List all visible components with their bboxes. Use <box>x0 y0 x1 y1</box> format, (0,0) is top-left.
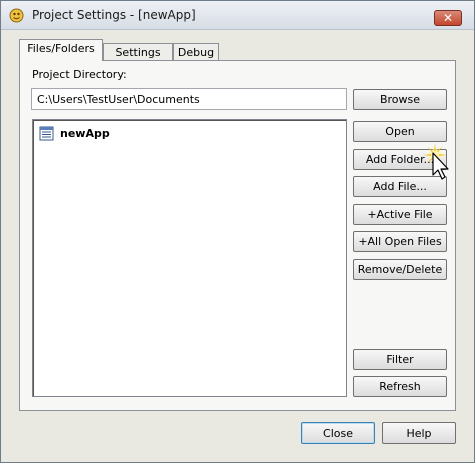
tab-settings[interactable]: Settings <box>103 43 173 61</box>
add-all-open-files-button[interactable]: +All Open Files <box>353 231 447 252</box>
tab-label: Debug <box>177 46 215 59</box>
app-icon <box>9 8 24 23</box>
title-bar[interactable]: Project Settings - [newApp] ✕ <box>1 1 474 30</box>
tab-files-folders[interactable]: Files/Folders <box>19 39 103 61</box>
tab-debug[interactable]: Debug <box>173 43 219 61</box>
project-directory-field[interactable]: C:\Users\TestUser\Documents <box>31 88 347 110</box>
remove-delete-button[interactable]: Remove/Delete <box>353 259 447 280</box>
refresh-button[interactable]: Refresh <box>353 376 447 397</box>
filter-button[interactable]: Filter <box>353 349 447 370</box>
list-item-label: newApp <box>60 126 110 140</box>
tab-label: Settings <box>115 46 161 59</box>
browse-button[interactable]: Browse <box>353 89 447 110</box>
tab-label: Files/Folders <box>27 42 95 55</box>
project-settings-dialog: Project Settings - [newApp] ✕ Files/Fold… <box>0 0 475 463</box>
add-active-file-button[interactable]: +Active File <box>353 204 447 225</box>
project-icon <box>39 126 54 140</box>
project-directory-label: Project Directory: <box>32 68 127 81</box>
list-item[interactable]: newApp <box>39 125 110 141</box>
mouse-cursor-icon <box>423 143 449 180</box>
open-button[interactable]: Open <box>353 121 447 142</box>
window-title: Project Settings - [newApp] <box>32 8 196 22</box>
help-button[interactable]: Help <box>382 422 456 444</box>
window-close-button[interactable]: ✕ <box>434 10 462 26</box>
close-button[interactable]: Close <box>301 422 375 444</box>
project-files-list[interactable]: newApp <box>32 119 347 397</box>
